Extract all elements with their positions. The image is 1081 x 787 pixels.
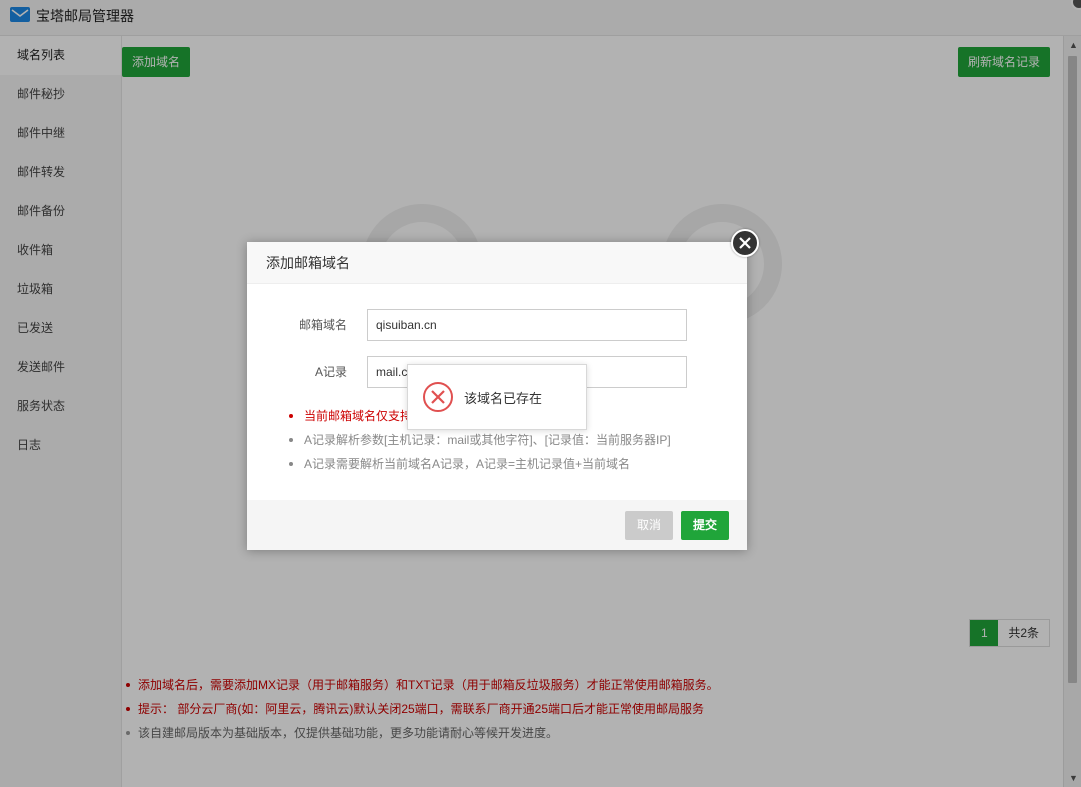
domain-label: 邮箱域名 — [298, 318, 347, 332]
tip-item: A记录解析参数[主机记录：mail或其他字符]、[记录值：当前服务器IP] — [289, 428, 671, 452]
dialog-close-button[interactable] — [731, 229, 759, 257]
close-icon — [739, 237, 751, 249]
cancel-button[interactable]: 取消 — [625, 511, 673, 540]
dialog-title: 添加邮箱域名 — [247, 242, 747, 284]
domain-row: 邮箱域名 qisuiban.cn — [247, 309, 747, 341]
app-window: 宝塔邮局管理器 域名列表 邮件秘抄 邮件中继 邮件转发 邮件备份 收件箱 垃圾箱… — [0, 0, 1081, 787]
error-icon — [423, 382, 453, 412]
error-toast: 该域名已存在 — [407, 364, 587, 430]
toast-message: 该域名已存在 — [464, 391, 543, 406]
submit-button[interactable]: 提交 — [681, 511, 729, 540]
domain-input[interactable]: qisuiban.cn — [367, 309, 687, 341]
dialog-footer: 取消 提交 — [247, 500, 747, 550]
tip-item: A记录需要解析当前域名A记录，A记录=主机记录值+当前域名 — [289, 452, 671, 476]
arecord-label: A记录 — [314, 365, 347, 379]
